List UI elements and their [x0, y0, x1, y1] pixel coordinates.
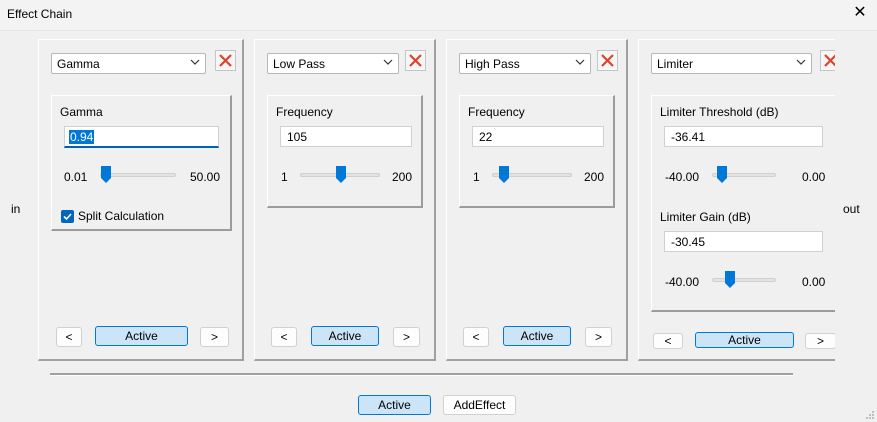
chain-out-label: out — [843, 202, 860, 216]
param-value-field[interactable]: 105 — [280, 126, 412, 147]
close-icon — [409, 54, 422, 67]
param-group: Frequency 105 1 200 — [267, 95, 423, 208]
move-right-button[interactable]: > — [805, 333, 835, 349]
param-min-label: 1 — [281, 170, 288, 184]
param-label: Frequency — [276, 105, 333, 119]
chevron-down-icon — [575, 59, 585, 65]
param-value-field[interactable]: -36.41 — [664, 126, 823, 147]
param-label: Gamma — [60, 105, 103, 119]
param-value-text: 22 — [479, 130, 493, 144]
effect-panel-low-pass: Low Pass Frequency 105 1 200 < Active > — [254, 39, 436, 361]
param-slider-thumb[interactable] — [499, 166, 509, 184]
effect-type-select[interactable]: High Pass — [459, 53, 591, 74]
param-value-field[interactable]: 0.94 — [64, 126, 219, 148]
param-label: Frequency — [468, 105, 525, 119]
move-right-button[interactable]: > — [200, 327, 229, 347]
title-bar: Effect Chain ✕ — [0, 0, 877, 31]
param-max-label: 50.00 — [190, 170, 221, 184]
effect-type-value: Gamma — [57, 57, 100, 71]
effect-type-value: Limiter — [657, 57, 694, 71]
param-max-label: 200 — [392, 170, 413, 184]
param-value-field[interactable]: 22 — [472, 126, 604, 147]
resize-grip-icon[interactable] — [865, 410, 875, 420]
effect-type-value: Low Pass — [273, 57, 326, 71]
param-slider-track[interactable] — [712, 278, 776, 282]
move-left-button[interactable]: < — [463, 327, 489, 347]
remove-effect-button[interactable] — [820, 50, 835, 71]
param-slider-thumb[interactable] — [101, 166, 112, 184]
close-icon — [219, 54, 232, 67]
param-slider-thumb[interactable] — [716, 166, 727, 184]
window-title: Effect Chain — [7, 7, 73, 21]
param-label: Limiter Threshold (dB) — [660, 105, 779, 119]
close-icon — [824, 54, 835, 67]
param-value-field[interactable]: -30.45 — [664, 231, 823, 252]
effect-panel-limiter: Limiter Limiter Threshold (dB) -36.41 -4… — [638, 39, 835, 361]
effect-active-button[interactable]: Active — [95, 326, 188, 346]
move-right-button[interactable]: > — [393, 327, 420, 347]
split-calculation-checkbox[interactable] — [61, 210, 74, 223]
effect-type-select[interactable]: Low Pass — [267, 53, 399, 74]
param-max-label: 0.00 — [802, 170, 826, 184]
move-left-button[interactable]: < — [56, 327, 82, 347]
param-slider-track[interactable] — [100, 173, 176, 177]
chevron-down-icon — [190, 59, 200, 65]
param-slider-thumb[interactable] — [724, 271, 735, 289]
effect-panel-gamma: Gamma Gamma 0.94 0.01 50.00 Split Calcul… — [38, 39, 244, 361]
param-min-label: 1 — [473, 170, 480, 184]
effect-active-button[interactable]: Active — [503, 326, 571, 346]
effect-type-value: High Pass — [465, 57, 520, 71]
effect-type-select[interactable]: Gamma — [51, 53, 206, 74]
param-group: Limiter Threshold (dB) -36.41 -40.00 0.0… — [651, 95, 835, 312]
effect-active-button[interactable]: Active — [695, 332, 794, 348]
param-label: Limiter Gain (dB) — [660, 210, 751, 224]
param-min-label: -40.00 — [665, 170, 700, 184]
param-min-label: 0.01 — [64, 170, 88, 184]
param-value-text: -36.41 — [671, 130, 706, 144]
effect-active-button[interactable]: Active — [311, 326, 379, 346]
move-left-button[interactable]: < — [271, 327, 297, 347]
effect-type-select[interactable]: Limiter — [651, 53, 812, 74]
checkmark-icon — [63, 213, 72, 221]
param-value-text: -30.45 — [671, 235, 706, 249]
close-window-button[interactable]: ✕ — [851, 4, 869, 22]
chevron-down-icon — [796, 59, 806, 65]
param-value-text: 0.94 — [69, 130, 95, 144]
remove-effect-button[interactable] — [215, 50, 236, 71]
remove-effect-button[interactable] — [405, 50, 426, 71]
chain-in-label: in — [11, 202, 21, 216]
move-right-button[interactable]: > — [585, 327, 612, 347]
split-calculation-label: Split Calculation — [78, 209, 165, 223]
move-left-button[interactable]: < — [653, 333, 683, 349]
close-icon — [601, 54, 614, 67]
param-min-label: -40.00 — [665, 275, 700, 289]
chain-active-button[interactable]: Active — [358, 395, 431, 415]
param-slider-thumb[interactable] — [336, 166, 347, 184]
effect-panel-high-pass: High Pass Frequency 22 1 200 < Active > — [446, 39, 628, 361]
chevron-down-icon — [383, 59, 393, 65]
param-group: Frequency 22 1 200 — [459, 95, 615, 208]
param-max-label: 200 — [584, 170, 605, 184]
param-group: Gamma 0.94 0.01 50.00 Split Calculation — [51, 95, 232, 231]
remove-effect-button[interactable] — [597, 50, 618, 71]
add-effect-button[interactable]: AddEffect — [443, 395, 516, 415]
param-value-text: 105 — [287, 130, 308, 144]
chain-scrollbar[interactable] — [50, 373, 793, 376]
param-max-label: 0.00 — [802, 275, 826, 289]
